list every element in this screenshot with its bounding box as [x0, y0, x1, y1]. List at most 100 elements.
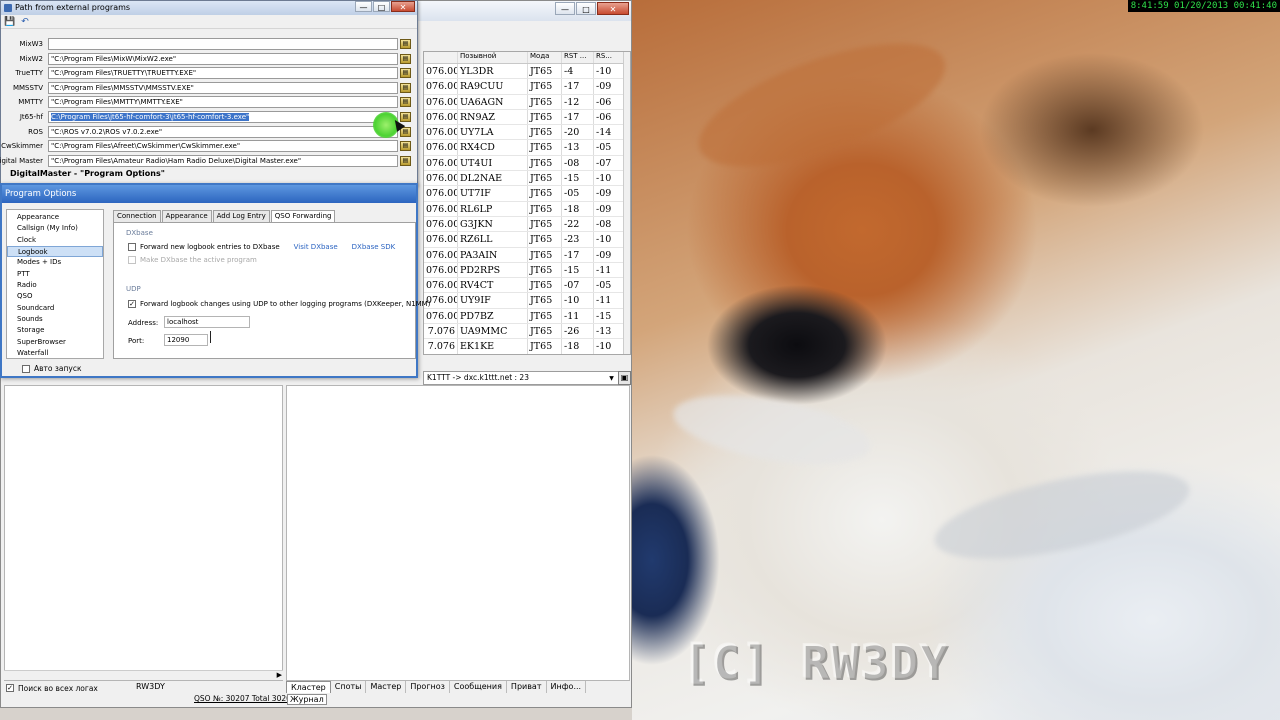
table-row[interactable]: 076.00 PD2RPS JT65 -15 -11 — [424, 262, 630, 279]
path-label: MixW2 — [19, 54, 43, 63]
log-panel[interactable] — [4, 385, 283, 681]
log-hscrollbar[interactable]: ▶ — [4, 670, 283, 680]
tree-item[interactable]: SuperBrowser — [7, 337, 103, 348]
path-input[interactable]: "C:\Program Files\TRUETTY\TRUETTY.EXE" — [48, 67, 398, 80]
table-row[interactable]: 076.00 UT7IF JT65 -05 -09 — [424, 186, 630, 202]
cluster-panel[interactable] — [286, 385, 630, 681]
table-row[interactable]: 076.00 UT4UI JT65 -08 -07 — [424, 155, 630, 172]
col-rst-sent[interactable]: RST ... — [561, 52, 593, 63]
minimize-icon[interactable]: — — [355, 1, 372, 12]
close-icon[interactable]: ✕ — [597, 2, 629, 15]
my-callsign: RW3DY — [136, 682, 165, 691]
udp-forward-row[interactable]: ✓ Forward logbook changes using UDP to o… — [128, 300, 430, 308]
autostart-checkbox[interactable] — [22, 364, 30, 373]
path-input[interactable]: "C:\Program Files\MixW\MixW2.exe" — [48, 52, 398, 65]
tab-cluster[interactable]: Кластер — [286, 681, 331, 693]
tab-master[interactable]: Мастер — [366, 681, 407, 693]
minimize-icon[interactable]: — — [555, 2, 575, 15]
table-row[interactable]: 076.00 RN9AZ JT65 -17 -06 — [424, 109, 630, 126]
tree-item[interactable]: Appearance — [7, 212, 103, 223]
search-all-logs-checkbox[interactable]: ✓ — [6, 684, 14, 692]
tree-item[interactable]: Modes + IDs — [7, 257, 103, 268]
tree-item[interactable]: Storage — [7, 325, 103, 336]
path-input[interactable]: "C:\Program Files\MMTTY\MMTTY.EXE" — [48, 96, 398, 109]
spot-rst-sent: -18 — [561, 201, 593, 216]
col-mode[interactable]: Мода — [527, 52, 561, 63]
maximize-icon[interactable]: □ — [576, 2, 596, 15]
table-row[interactable]: 076.00 RA9CUU JT65 -17 -09 — [424, 79, 630, 95]
path-input[interactable]: "C:\Program Files\Amateur Radio\Ham Radi… — [48, 154, 398, 167]
table-row[interactable]: 076.00 RX4CD JT65 -13 -05 — [424, 140, 630, 156]
table-row[interactable]: 076.00 UY7LA JT65 -20 -14 — [424, 125, 630, 141]
dxbase-forward-checkbox[interactable] — [128, 243, 136, 251]
tree-item[interactable]: Logbook — [7, 246, 103, 258]
dxbase-sdk-link[interactable]: DXbase SDK — [352, 243, 396, 251]
folder-icon[interactable]: ▤ — [400, 39, 411, 49]
table-row[interactable]: 076.00 RV4CT JT65 -07 -05 — [424, 278, 630, 294]
tree-item[interactable]: Clock — [7, 235, 103, 246]
connect-icon[interactable]: ▣ — [618, 371, 631, 385]
tree-item[interactable]: Radio — [7, 280, 103, 291]
tab-messages[interactable]: Сообщения — [450, 681, 507, 693]
tree-item[interactable]: QSO — [7, 291, 103, 302]
dxbase-forward-row[interactable]: Forward new logbook entries to DXbase Vi… — [128, 243, 395, 251]
spot-mode: JT65 — [527, 201, 561, 216]
folder-icon[interactable]: ▤ — [400, 155, 411, 166]
options-tab[interactable]: Appearance — [161, 210, 212, 222]
col-rst-rcvd[interactable]: RS... — [593, 52, 625, 63]
undo-icon[interactable]: ↶ — [21, 17, 29, 27]
table-row[interactable]: 076.00 UY9IF JT65 -10 -11 — [424, 293, 630, 309]
table-row[interactable]: 076.00 PD7BZ JT65 -11 -15 — [424, 308, 630, 325]
folder-icon[interactable]: ▤ — [400, 82, 411, 93]
path-input[interactable] — [48, 38, 398, 50]
tab-journal[interactable]: Журнал — [287, 694, 327, 705]
path-input[interactable]: C:\Program Files\jt65-hf-comfort-3\jt65-… — [48, 111, 398, 123]
table-row[interactable]: 076.00 G3JKN JT65 -22 -08 — [424, 216, 630, 233]
options-tree[interactable]: Appearance Callsign (My Info) Clock Logbook… — [6, 209, 104, 359]
tab-info[interactable]: Инфо... — [547, 681, 587, 693]
options-tab[interactable]: Add Log Entry — [212, 210, 270, 222]
table-row[interactable]: 7.076 UA9MMC JT65 -26 -13 — [424, 324, 630, 340]
col-callsign[interactable]: Позывной — [457, 52, 527, 63]
path-row: Digital Master "C:\Program Files\Amateur … — [0, 154, 413, 168]
tree-item[interactable]: Soundcard — [7, 303, 103, 314]
path-input[interactable]: "C:\ROS v7.0.2\ROS v7.0.2.exe" — [48, 125, 398, 138]
tab-spots[interactable]: Споты — [331, 681, 367, 693]
close-icon[interactable]: ✕ — [391, 1, 415, 12]
address-input[interactable]: localhost — [164, 316, 250, 328]
maximize-icon[interactable]: □ — [373, 1, 390, 12]
chevron-right-icon[interactable]: ▶ — [277, 671, 282, 679]
folder-icon[interactable]: ▤ — [400, 141, 411, 152]
folder-icon[interactable]: ▤ — [400, 53, 411, 64]
tree-item[interactable]: PTT — [7, 269, 103, 280]
spots-scrollbar[interactable] — [623, 52, 630, 354]
table-row[interactable]: 7.076 EK1KE JT65 -18 -10 — [424, 339, 630, 354]
path-input[interactable]: "C:\Program Files\MMSSTV\MMSSTV.EXE" — [48, 81, 398, 94]
options-tab[interactable]: Connection — [113, 210, 161, 222]
spot-callsign: YL3DR — [457, 64, 527, 79]
tab-forecast[interactable]: Прогноз — [406, 681, 450, 693]
cluster-node-select[interactable]: K1TTT -> dxc.k1ttt.net : 23 ▼ ▣ — [423, 371, 631, 385]
tree-item[interactable]: Waterfall — [7, 348, 103, 359]
path-input[interactable]: "C:\Program Files\Afreet\CwSkimmer\CwSki… — [48, 140, 398, 153]
spot-callsign: RL6LP — [457, 201, 527, 216]
table-row[interactable]: 076.00 UA6AGN JT65 -12 -06 — [424, 94, 630, 110]
udp-forward-checkbox[interactable]: ✓ — [128, 300, 136, 308]
save-icon[interactable]: 💾 — [4, 17, 15, 27]
table-row[interactable]: 076.00 RL6LP JT65 -18 -09 — [424, 201, 630, 217]
tab-private[interactable]: Приват — [507, 681, 547, 693]
autostart-row[interactable]: Авто запуск — [22, 364, 81, 373]
table-row[interactable]: 076.00 DL2NAE JT65 -15 -10 — [424, 171, 630, 187]
tree-item[interactable]: Callsign (My Info) — [7, 223, 103, 234]
table-row[interactable]: 076.00 PA3AIN JT65 -17 -09 — [424, 247, 630, 263]
folder-icon[interactable]: ▤ — [400, 97, 411, 108]
spots-table[interactable]: Позывной Мода RST ... RS... 076.00 YL3DR J… — [423, 51, 631, 355]
port-input[interactable]: 12090 — [164, 334, 208, 346]
table-row[interactable]: 076.00 RZ6LL JT65 -23 -10 — [424, 232, 630, 248]
dxbase-forward-label: Forward new logbook entries to DXbase — [140, 243, 280, 251]
folder-icon[interactable]: ▤ — [400, 68, 411, 79]
visit-dxbase-link[interactable]: Visit DXbase — [294, 243, 338, 251]
chevron-down-icon[interactable]: ▼ — [607, 373, 616, 383]
table-row[interactable]: 076.00 YL3DR JT65 -4 -10 — [424, 64, 630, 80]
tree-item[interactable]: Sounds — [7, 314, 103, 325]
